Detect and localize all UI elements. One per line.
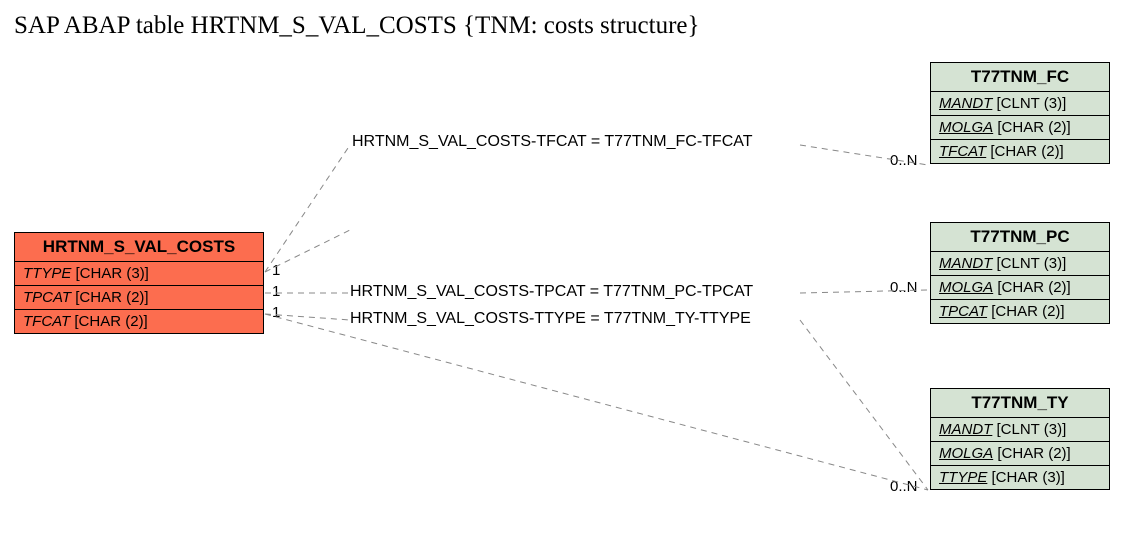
relation-label-pc: HRTNM_S_VAL_COSTS-TPCAT = T77TNM_PC-TPCA… bbox=[350, 283, 753, 301]
entity-main-header: HRTNM_S_VAL_COSTS bbox=[15, 233, 263, 262]
field-name: MANDT bbox=[939, 95, 992, 112]
card-right-3: 0..N bbox=[890, 478, 918, 495]
entity-ty: T77TNM_TY MANDT [CLNT (3)] MOLGA [CHAR (… bbox=[930, 388, 1110, 490]
field-name: TFCAT bbox=[939, 143, 986, 160]
field-type: [CHAR (2)] bbox=[991, 303, 1064, 320]
field-type: [CHAR (3)] bbox=[992, 469, 1065, 486]
field-type: [CLNT (3)] bbox=[997, 95, 1067, 112]
entity-pc-field: TPCAT [CHAR (2)] bbox=[931, 300, 1109, 323]
field-name: MOLGA bbox=[939, 445, 993, 462]
field-type: [CHAR (2)] bbox=[997, 279, 1070, 296]
field-type: [CHAR (2)] bbox=[74, 313, 147, 330]
field-name: TPCAT bbox=[939, 303, 987, 320]
field-name: MOLGA bbox=[939, 279, 993, 296]
card-left-1: 1 bbox=[272, 262, 280, 279]
card-left-3: 1 bbox=[272, 304, 280, 321]
entity-fc: T77TNM_FC MANDT [CLNT (3)] MOLGA [CHAR (… bbox=[930, 62, 1110, 164]
entity-pc-header: T77TNM_PC bbox=[931, 223, 1109, 252]
entity-fc-field: MANDT [CLNT (3)] bbox=[931, 92, 1109, 116]
field-name: TTYPE bbox=[23, 265, 71, 282]
entity-ty-field: TTYPE [CHAR (3)] bbox=[931, 466, 1109, 489]
card-left-2: 1 bbox=[272, 283, 280, 300]
entity-ty-header: T77TNM_TY bbox=[931, 389, 1109, 418]
field-type: [CHAR (3)] bbox=[76, 265, 149, 282]
field-type: [CHAR (2)] bbox=[997, 119, 1070, 136]
entity-pc: T77TNM_PC MANDT [CLNT (3)] MOLGA [CHAR (… bbox=[930, 222, 1110, 324]
field-type: [CLNT (3)] bbox=[997, 255, 1067, 272]
entity-fc-header: T77TNM_FC bbox=[931, 63, 1109, 92]
entity-ty-field: MANDT [CLNT (3)] bbox=[931, 418, 1109, 442]
field-name: MANDT bbox=[939, 255, 992, 272]
entity-pc-field: MOLGA [CHAR (2)] bbox=[931, 276, 1109, 300]
relation-label-fc: HRTNM_S_VAL_COSTS-TFCAT = T77TNM_FC-TFCA… bbox=[352, 133, 753, 151]
field-name: TPCAT bbox=[23, 289, 71, 306]
entity-fc-field: MOLGA [CHAR (2)] bbox=[931, 116, 1109, 140]
field-type: [CHAR (2)] bbox=[990, 143, 1063, 160]
card-right-2: 0..N bbox=[890, 279, 918, 296]
entity-main-field: TTYPE [CHAR (3)] bbox=[15, 262, 263, 286]
field-name: MANDT bbox=[939, 421, 992, 438]
field-type: [CHAR (2)] bbox=[75, 289, 148, 306]
entity-ty-field: MOLGA [CHAR (2)] bbox=[931, 442, 1109, 466]
entity-fc-field: TFCAT [CHAR (2)] bbox=[931, 140, 1109, 163]
entity-main-field: TFCAT [CHAR (2)] bbox=[15, 310, 263, 333]
page-title: SAP ABAP table HRTNM_S_VAL_COSTS {TNM: c… bbox=[14, 12, 700, 40]
field-name: TTYPE bbox=[939, 469, 987, 486]
relation-label-ty: HRTNM_S_VAL_COSTS-TTYPE = T77TNM_TY-TTYP… bbox=[350, 310, 751, 328]
entity-main: HRTNM_S_VAL_COSTS TTYPE [CHAR (3)] TPCAT… bbox=[14, 232, 264, 334]
card-right-1: 0..N bbox=[890, 152, 918, 169]
entity-pc-field: MANDT [CLNT (3)] bbox=[931, 252, 1109, 276]
entity-main-field: TPCAT [CHAR (2)] bbox=[15, 286, 263, 310]
field-type: [CHAR (2)] bbox=[997, 445, 1070, 462]
field-name: MOLGA bbox=[939, 119, 993, 136]
field-name: TFCAT bbox=[23, 313, 70, 330]
field-type: [CLNT (3)] bbox=[997, 421, 1067, 438]
